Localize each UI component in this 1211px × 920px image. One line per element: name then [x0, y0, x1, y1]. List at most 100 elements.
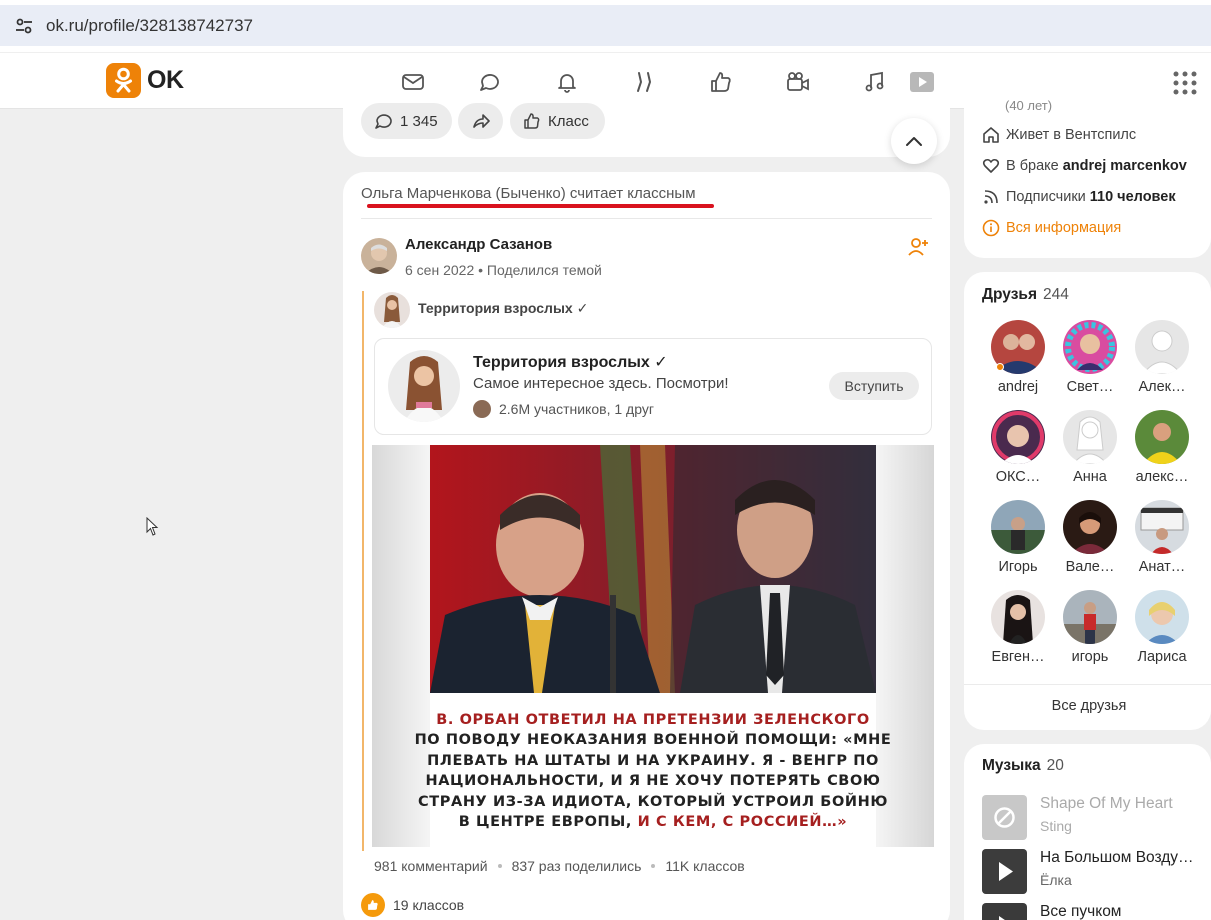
friend-avatar [1135, 590, 1189, 644]
shared-quote-bar [362, 291, 364, 851]
post-photo [430, 445, 876, 693]
post-stats: 981 комментарий 837 раз поделились 11K к… [374, 858, 745, 874]
music-title-text: Музыка [982, 757, 1041, 774]
group-avatar-large[interactable] [388, 350, 460, 422]
caption-line-6b: И С КЕМ, С РОССИЕЙ…» [637, 814, 848, 830]
info-subscribers[interactable]: Подписчики 110 человек [982, 188, 1176, 206]
friend-name: Свет… [1066, 379, 1114, 395]
group-members: 2.6M участников, 1 друг [473, 400, 654, 418]
apps-grid-icon[interactable] [1172, 70, 1198, 96]
klass-button[interactable]: Класс [510, 103, 605, 139]
bell-icon[interactable] [552, 67, 582, 97]
friend-name: ОКС… [995, 469, 1041, 485]
comments-button[interactable]: 1 345 [361, 103, 452, 139]
all-info-link[interactable]: Вся информация [982, 219, 1121, 237]
header-nav [398, 67, 984, 97]
caption-line-5: СТРАНУ ИЗ-ЗА ИДИОТА, КОТОРЫЙ УСТРОИЛ БОЙ… [418, 793, 888, 810]
friend-item[interactable]: игорь [1059, 590, 1121, 665]
mouse-cursor-icon [146, 517, 159, 536]
author-name[interactable]: Александр Сазанов [405, 236, 552, 253]
play-icon[interactable] [907, 67, 937, 97]
friend-name: Анна [1073, 469, 1107, 485]
friend-name: Вале… [1065, 559, 1115, 575]
video-icon[interactable] [783, 67, 813, 97]
browser-address-bar: ok.ru/profile/328138742737 [0, 0, 1211, 52]
track-title: Все пучком [1040, 903, 1122, 920]
friend-avatar [1135, 410, 1189, 464]
info-city: Живет в Вентспилс [982, 126, 1136, 144]
site-settings-icon[interactable] [14, 16, 34, 36]
friends-title[interactable]: Друзья 244 [982, 286, 1069, 304]
post-meta: 6 сен 2022 • Поделился темой [405, 262, 602, 278]
friend-item[interactable]: Вале… [1059, 500, 1121, 575]
friend-item[interactable]: andrej [987, 320, 1049, 395]
url-field[interactable]: ok.ru/profile/328138742737 [0, 5, 1211, 46]
all-friends-link[interactable]: Все друзья [964, 698, 1211, 714]
like-icon[interactable] [706, 67, 736, 97]
friend-item[interactable]: Евген… [987, 590, 1049, 665]
add-friend-icon[interactable] [907, 237, 929, 257]
friend-name: алекс… [1135, 469, 1189, 485]
caption-line-2: ПО ПОВОДУ НЕОКАЗАНИЯ ВОЕННОЙ ПОМОЩИ: «МН… [414, 732, 892, 748]
share-button[interactable] [458, 103, 503, 139]
friend-avatar [1063, 410, 1117, 464]
friends-count: 244 [1043, 286, 1069, 303]
music-title[interactable]: Музыка 20 [982, 757, 1064, 775]
friend-avatar [1135, 320, 1189, 374]
group-name[interactable]: Территория взрослых ✓ [473, 352, 668, 372]
group-avatar-small[interactable] [374, 292, 410, 328]
stat-shares[interactable]: 837 раз поделились [512, 858, 642, 874]
stat-comments[interactable]: 981 комментарий [374, 858, 488, 874]
friend-item[interactable]: Игорь [987, 500, 1049, 575]
likes-row[interactable]: 19 классов [361, 893, 464, 917]
friend-item[interactable]: Лариса [1131, 590, 1193, 665]
liker-line[interactable]: Ольга Марченкова (Быченко) считает класс… [361, 185, 696, 202]
author-avatar[interactable] [361, 238, 397, 274]
spouse-name[interactable]: andrej marcenkov [1063, 158, 1187, 174]
comment-icon [375, 114, 392, 129]
track-title: Shape Of My Heart [1040, 795, 1173, 812]
info-icon [982, 219, 1000, 237]
ok-logo-icon [106, 63, 141, 98]
track-cover [982, 903, 1027, 920]
klass-icon [524, 113, 540, 129]
info-city-text: Живет в Вентспилс [1006, 127, 1137, 143]
group-name-small[interactable]: Территория взрослых ✓ [418, 300, 588, 317]
friend-item[interactable]: Анат… [1131, 500, 1193, 575]
scroll-to-top-button[interactable] [891, 118, 937, 164]
info-marriage: В браке andrej marcenkov [982, 157, 1187, 175]
logo-text: OK [147, 66, 184, 94]
friend-item[interactable]: алекс… [1131, 410, 1193, 485]
track-artist: Sting [1040, 818, 1072, 834]
all-info-text: Вся информация [1006, 220, 1122, 236]
post-image[interactable]: В. ОРБАН ОТВЕТИЛ НА ПРЕТЕНЗИИ ЗЕЛЕНСКОГО… [372, 445, 934, 847]
friend-item[interactable]: Анна [1059, 410, 1121, 485]
friend-avatar [1063, 590, 1117, 644]
music-track[interactable]: Shape Of My Heart Sting [982, 795, 1200, 840]
comments-count: 1 345 [400, 112, 438, 130]
chat-icon[interactable] [475, 67, 505, 97]
caption-line-6a: В ЦЕНТРЕ ЕВРОПЫ, [458, 814, 638, 830]
klass-label: Класс [548, 112, 589, 130]
friend-avatar [991, 500, 1045, 554]
mail-icon[interactable] [398, 67, 428, 97]
hearts-icon [982, 158, 1000, 173]
url-text: ok.ru/profile/328138742737 [46, 15, 253, 35]
friend-item[interactable]: Свет… [1059, 320, 1121, 395]
friend-item[interactable]: ОКС… [987, 410, 1049, 485]
guests-icon[interactable] [629, 67, 659, 97]
stat-klasses[interactable]: 11K классов [665, 858, 744, 874]
friend-name: Алек… [1138, 379, 1186, 395]
group-description: Самое интересное здесь. Посмотри! [473, 375, 729, 392]
friend-avatar [1135, 500, 1189, 554]
klass-badge-icon [361, 893, 385, 917]
join-group-button[interactable]: Вступить [829, 372, 919, 400]
music-icon[interactable] [860, 67, 890, 97]
track-artist: Ёлка [1040, 872, 1072, 888]
music-track[interactable]: На Большом Возду… Ёлка [982, 849, 1200, 894]
friend-item[interactable]: Алек… [1131, 320, 1193, 395]
ok-logo[interactable]: OK [106, 63, 184, 98]
friend-avatar [1063, 320, 1117, 374]
track-cover [982, 795, 1027, 840]
music-track[interactable]: Все пучком [982, 903, 1200, 920]
